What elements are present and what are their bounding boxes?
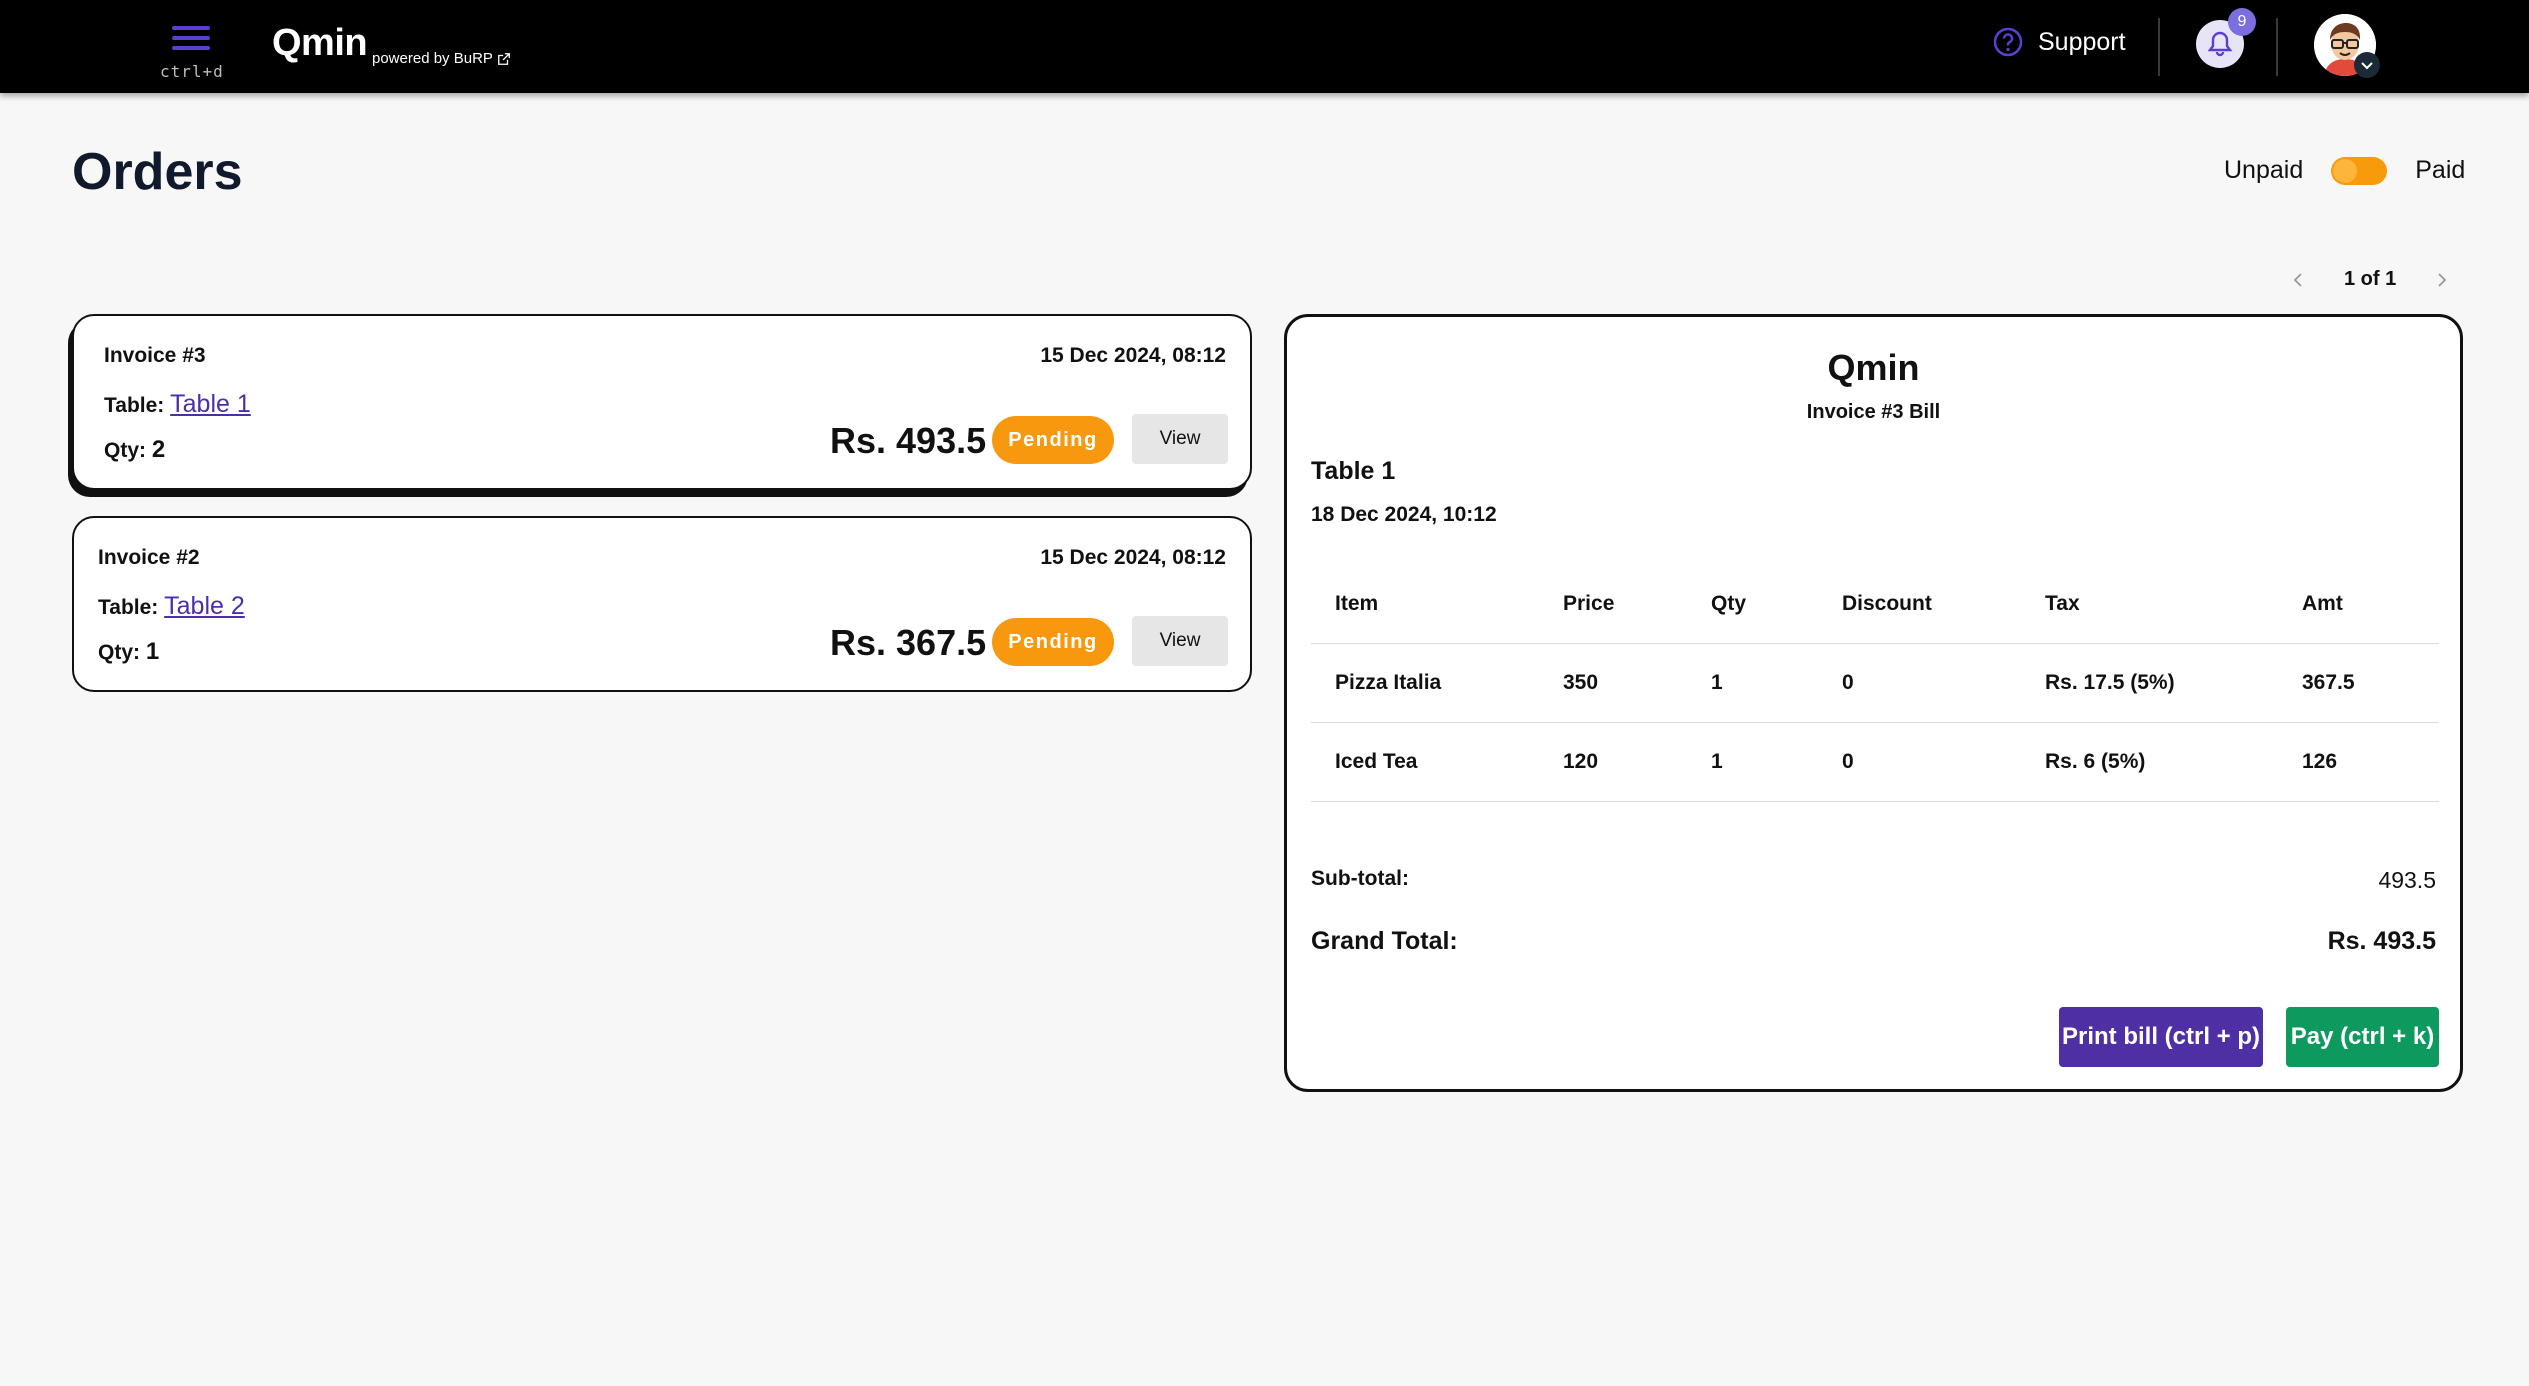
table-link[interactable]: Table 2 xyxy=(164,592,245,620)
toggle-unpaid-label: Unpaid xyxy=(2224,156,2304,184)
chevron-left-icon xyxy=(2293,272,2302,287)
bill-date: 18 Dec 2024, 10:12 xyxy=(1311,503,1497,526)
item-qty: 1 xyxy=(1687,643,1818,723)
item-price: 120 xyxy=(1539,722,1687,802)
view-invoice-button[interactable]: View xyxy=(1132,414,1228,464)
chevron-down-icon xyxy=(2361,62,2373,70)
invoice-amount: Rs. 367.5 xyxy=(830,622,987,663)
invoice-qty: Qty: 2 xyxy=(104,436,165,464)
bill-table-name: Table 1 xyxy=(1311,457,1396,485)
invoice-card[interactable]: Invoice #3 15 Dec 2024, 08:12 Table: Tab… xyxy=(72,314,1252,490)
item-discount: 0 xyxy=(1818,722,2021,802)
table-label: Table: xyxy=(104,394,165,417)
external-link-icon xyxy=(498,52,510,65)
bill-subtitle: Invoice #3 Bill xyxy=(1806,401,1941,423)
item-tax: Rs. 17.5 (5%) xyxy=(2021,643,2278,723)
header-divider xyxy=(2158,18,2160,76)
column-header: Item xyxy=(1311,565,1539,644)
invoice-number: Invoice #2 xyxy=(98,546,200,569)
page-count: 1 of 1 xyxy=(2344,268,2397,290)
column-header: Qty xyxy=(1687,565,1818,644)
toggle-paid-label: Paid xyxy=(2415,156,2466,184)
menu-button[interactable]: ctrl+d xyxy=(160,22,224,84)
page-title: Orders xyxy=(72,143,243,201)
powered-by-link[interactable]: powered by BuRP xyxy=(372,50,511,67)
view-invoice-button[interactable]: View xyxy=(1132,616,1228,666)
chevron-right-icon xyxy=(2438,272,2447,287)
item-name: Pizza Italia xyxy=(1311,643,1539,723)
item-price: 350 xyxy=(1539,643,1687,723)
invoice-card[interactable]: Invoice #2 15 Dec 2024, 08:12 Table: Tab… xyxy=(72,516,1252,692)
table-row: Pizza Italia 350 1 0 Rs. 17.5 (5%) 367.5 xyxy=(1311,643,2439,723)
qty-label: Qty: xyxy=(98,641,140,664)
item-amount: 367.5 xyxy=(2278,643,2439,723)
header-divider xyxy=(2276,18,2278,76)
invoice-table: Table: Table 1 xyxy=(104,390,251,419)
bell-icon xyxy=(2207,31,2233,57)
paid-switch[interactable] xyxy=(2331,156,2388,185)
column-header: Price xyxy=(1539,565,1687,644)
invoice-amount: Rs. 493.5 xyxy=(830,420,987,461)
qty-value: 1 xyxy=(145,638,160,665)
pagination: 1 of 1 xyxy=(2288,268,2452,291)
column-header: Discount xyxy=(1818,565,2021,644)
subtotal-value: 493.5 xyxy=(2378,867,2436,893)
invoice-qty: Qty: 1 xyxy=(98,638,159,666)
qty-label: Qty: xyxy=(104,439,146,462)
subtotal-label: Sub-total: xyxy=(1311,867,1409,890)
item-tax: Rs. 6 (5%) xyxy=(2021,722,2278,802)
column-header: Amt xyxy=(2278,565,2439,644)
item-qty: 1 xyxy=(1687,722,1818,802)
brand-logo[interactable]: Qmin xyxy=(272,22,368,65)
grand-total-label: Grand Total: xyxy=(1311,927,1458,955)
help-circle-icon xyxy=(1993,27,2023,57)
status-badge: Pending xyxy=(992,618,1114,666)
grand-total-value: Rs. 493.5 xyxy=(2327,927,2436,955)
next-page-button[interactable] xyxy=(2430,269,2452,291)
item-name: Iced Tea xyxy=(1311,722,1539,802)
item-amount: 126 xyxy=(2278,722,2439,802)
print-bill-button[interactable]: Print bill (ctrl + p) xyxy=(2059,1007,2263,1067)
table-label: Table: xyxy=(98,596,159,619)
support-button[interactable]: Support xyxy=(1992,26,2126,58)
hamburger-menu-icon xyxy=(172,26,210,56)
prev-page-button[interactable] xyxy=(2288,269,2310,291)
pay-button[interactable]: Pay (ctrl + k) xyxy=(2286,1007,2439,1067)
invoice-date: 15 Dec 2024, 08:12 xyxy=(1040,344,1226,367)
invoice-number: Invoice #3 xyxy=(104,344,206,367)
bill-items-table: Item Price Qty Discount Tax Amt Pizza It… xyxy=(1311,565,2439,802)
bill-brand: Qmin xyxy=(1827,347,1920,388)
notification-count-badge: 9 xyxy=(2228,8,2256,36)
table-row: Iced Tea 120 1 0 Rs. 6 (5%) 126 xyxy=(1311,722,2439,802)
qty-value: 2 xyxy=(151,436,166,463)
invoice-table: Table: Table 2 xyxy=(98,592,245,621)
support-label: Support xyxy=(2038,27,2126,56)
invoice-date: 15 Dec 2024, 08:12 xyxy=(1040,546,1226,569)
account-dropdown-toggle[interactable] xyxy=(2354,52,2380,78)
powered-by-text: powered by BuRP xyxy=(372,50,493,67)
top-navbar: ctrl+d Qmin powered by BuRP Support 9 xyxy=(0,0,2529,93)
table-header-row: Item Price Qty Discount Tax Amt xyxy=(1311,565,2439,644)
column-header: Tax xyxy=(2021,565,2278,644)
item-discount: 0 xyxy=(1818,643,2021,723)
table-link[interactable]: Table 1 xyxy=(170,390,251,418)
paid-filter-toggle: Unpaid Paid xyxy=(2224,156,2465,185)
switch-knob xyxy=(2333,158,2358,183)
menu-shortcut-label: ctrl+d xyxy=(160,62,224,81)
status-badge: Pending xyxy=(992,416,1114,464)
bill-panel: Qmin Invoice #3 Bill Table 1 18 Dec 2024… xyxy=(1284,314,2463,1092)
